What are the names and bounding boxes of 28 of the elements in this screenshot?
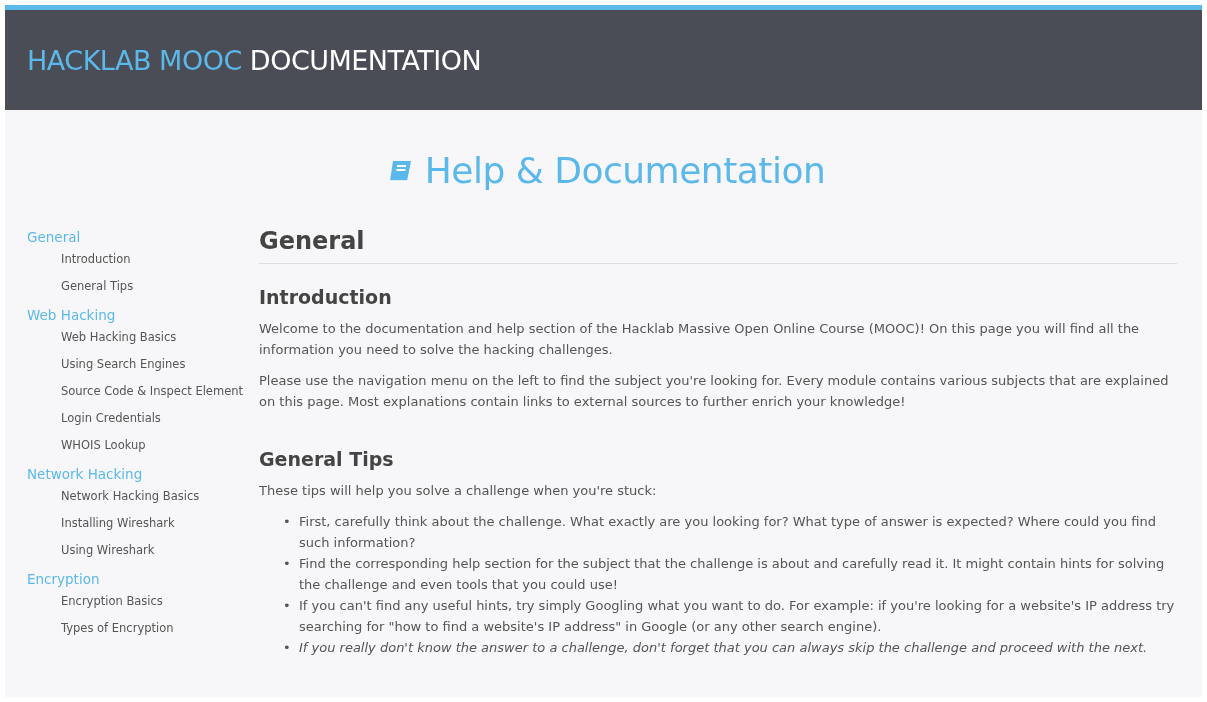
nav-link[interactable]: Introduction xyxy=(61,251,259,268)
nav-link[interactable]: General Tips xyxy=(61,278,259,295)
paragraph: Welcome to the documentation and help section of the Hacklab Massive Open Online Course (MOOC)! On this page you will find all the information you need to solve the hacking challenges. xyxy=(259,320,1141,359)
nav-link[interactable]: Encryption Basics xyxy=(61,593,259,610)
nav-link[interactable]: Using Wireshark xyxy=(61,542,259,559)
nav-link[interactable]: WHOIS Lookup xyxy=(61,437,259,454)
bullet: • xyxy=(283,555,289,573)
subsection-heading: Introduction xyxy=(259,286,393,308)
paragraph: Please use the navigation menu on the left to find the subject you're looking for. Every module contains various subjects that are explained on this page. Most explanations contain links to external sources to further enrich your knowledge! xyxy=(259,372,1170,411)
tip-item: Find the corresponding help section for the subject that the challenge is about and carefully read it. It might contain hints for solving the challenge and even tools that you could use! xyxy=(299,555,1166,594)
tip-item: If you really don't know the answer to a challenge, don't forget that you can always skip the challenge and proceed with the next. xyxy=(299,639,1148,657)
nav-link[interactable]: Web Hacking Basics xyxy=(61,329,259,346)
nav-link[interactable]: Network Hacking Basics xyxy=(61,488,259,505)
section-heading: General xyxy=(259,227,1177,264)
tip-item: If you can't find any useful hints, try simply Googling what you want to do. For example: if you're looking for a website's IP address try searching for "how to find a website's IP address" in Google (or any other search engine). xyxy=(299,597,1176,636)
bullet: • xyxy=(283,513,289,531)
subsection-heading: General Tips xyxy=(259,448,395,470)
bullet: • xyxy=(283,639,289,657)
nav-link[interactable]: Installing Wireshark xyxy=(61,515,259,532)
paragraph: These tips will help you solve a challenge when you're stuck: xyxy=(259,482,658,500)
nav-link[interactable]: Login Credentials xyxy=(61,410,259,427)
nav-link[interactable]: Source Code & Inspect Element xyxy=(61,383,259,400)
nav-link[interactable]: Types of Encryption xyxy=(61,620,259,637)
nav-link[interactable]: Using Search Engines xyxy=(61,356,259,373)
site-title: HACKLAB MOOC DOCUMENTATION xyxy=(27,44,482,76)
page-title: Help & Documentation xyxy=(424,150,826,191)
bullet: • xyxy=(283,597,289,615)
tip-item: First, carefully think about the challenge. What exactly are you looking for? What type of answer is expected? Where could you find such information? xyxy=(299,513,1157,552)
